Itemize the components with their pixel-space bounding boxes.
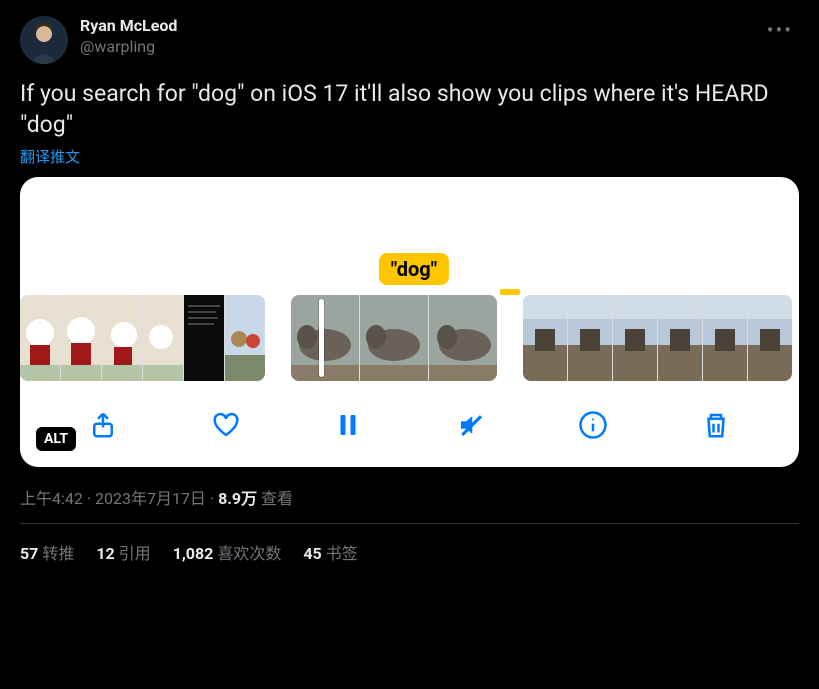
caption-tag: "dog" <box>379 253 449 285</box>
tweet-text: If you search for "dog" on iOS 17 it'll … <box>20 78 799 140</box>
trash-icon <box>701 410 731 440</box>
clip-thumbnail-group[interactable] <box>523 295 792 381</box>
video-frame <box>291 295 359 381</box>
tweet-header: Ryan McLeod @warpling ••• <box>20 16 799 64</box>
media-card[interactable]: "dog" <box>20 177 799 467</box>
video-frame <box>748 295 792 381</box>
avatar[interactable] <box>20 16 68 64</box>
info-button[interactable] <box>575 407 611 443</box>
pause-button[interactable] <box>330 407 366 443</box>
tweet-date[interactable]: 2023年7月17日 <box>95 489 206 508</box>
delete-button[interactable] <box>698 407 734 443</box>
avatar-image <box>20 16 68 64</box>
video-frame <box>360 295 428 381</box>
tweet-container: Ryan McLeod @warpling ••• If you search … <box>0 0 819 582</box>
likes-stat[interactable]: 1,082 喜欢次数 <box>173 540 282 564</box>
quotes-stat[interactable]: 12 引用 <box>96 540 150 564</box>
media-top-space <box>20 191 799 253</box>
views-count[interactable]: 8.9万 <box>218 489 257 508</box>
heart-icon <box>211 410 241 440</box>
info-icon <box>578 410 608 440</box>
video-frame <box>429 295 497 381</box>
alt-badge[interactable]: ALT <box>36 427 76 451</box>
share-button[interactable] <box>85 407 121 443</box>
caption-tag-row: "dog" <box>20 253 799 295</box>
video-frame <box>184 295 224 381</box>
video-timelines[interactable] <box>20 295 799 381</box>
display-name[interactable]: Ryan McLeod <box>80 16 177 37</box>
translate-link[interactable]: 翻译推文 <box>20 146 799 167</box>
video-frame <box>102 295 142 381</box>
video-frame <box>568 295 612 381</box>
timeline-playhead[interactable] <box>319 299 324 377</box>
user-names: Ryan McLeod @warpling <box>80 16 177 58</box>
media-toolbar <box>20 381 799 449</box>
user-handle[interactable]: @warpling <box>80 37 177 58</box>
video-frame <box>20 295 60 381</box>
video-frame <box>703 295 747 381</box>
speaker-muted-icon <box>456 410 486 440</box>
tweet-meta: 上午4:42 · 2023年7月17日 · 8.9万 查看 <box>20 485 799 509</box>
video-frame <box>658 295 702 381</box>
pause-icon <box>333 410 363 440</box>
tweet-stats: 57 转推 12 引用 1,082 喜欢次数 45 书签 <box>20 524 799 570</box>
bookmarks-stat[interactable]: 45 书签 <box>303 540 357 564</box>
share-icon <box>88 410 118 440</box>
mute-button[interactable] <box>453 407 489 443</box>
retweets-stat[interactable]: 57 转推 <box>20 540 74 564</box>
video-frame <box>61 295 101 381</box>
tweet-time[interactable]: 上午4:42 <box>20 489 83 508</box>
clip-thumbnail-group[interactable] <box>291 295 497 381</box>
more-menu-button[interactable]: ••• <box>761 16 799 44</box>
like-button[interactable] <box>208 407 244 443</box>
video-frame <box>225 295 265 381</box>
clip-thumbnail-group[interactable] <box>20 295 265 381</box>
video-frame <box>523 295 567 381</box>
caption-marker <box>500 289 520 295</box>
views-label: 查看 <box>261 489 293 508</box>
video-frame <box>143 295 183 381</box>
video-frame <box>613 295 657 381</box>
